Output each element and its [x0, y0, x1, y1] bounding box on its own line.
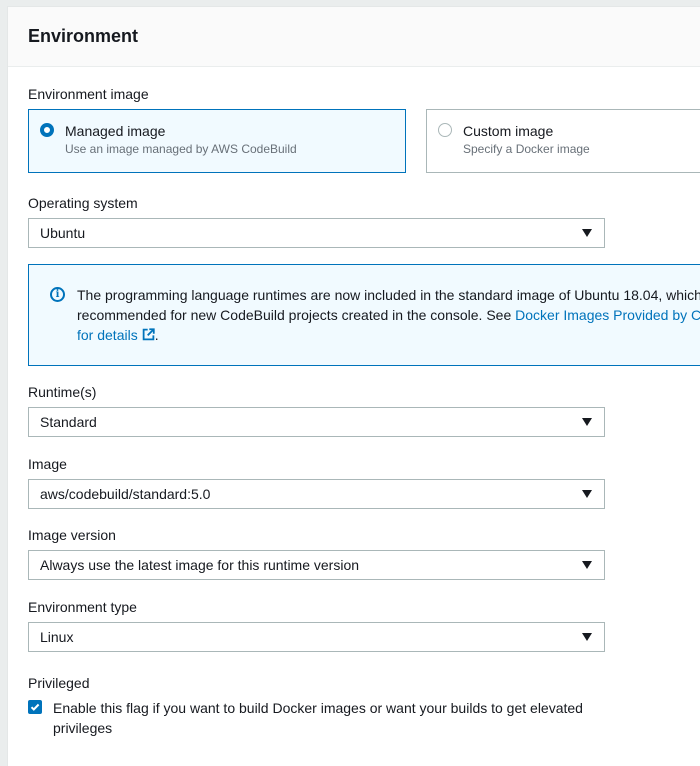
custom-image-description: Specify a Docker image	[463, 142, 590, 156]
alert-line-3: for details.	[77, 325, 700, 345]
info-icon: i	[50, 287, 65, 302]
environment-panel: Environment Environment image Managed im…	[7, 6, 700, 766]
operating-system-label: Operating system	[28, 195, 138, 211]
custom-image-radio[interactable]	[438, 123, 452, 137]
environment-image-label: Environment image	[28, 86, 149, 102]
caret-down-icon	[582, 418, 592, 426]
image-version-label: Image version	[28, 527, 116, 543]
for-details-text: for details	[77, 327, 138, 343]
managed-image-title: Managed image	[65, 123, 166, 139]
environment-type-value: Linux	[40, 629, 74, 645]
managed-image-tile[interactable]: Managed image Use an image managed by AW…	[28, 109, 406, 173]
for-details-link[interactable]: for details	[77, 327, 155, 343]
privileged-checkbox-label: Enable this flag if you want to build Do…	[53, 700, 583, 736]
custom-image-title: Custom image	[463, 123, 554, 139]
operating-system-select[interactable]: Ubuntu	[28, 218, 605, 248]
checkmark-icon	[30, 703, 40, 711]
alert-suffix: .	[154, 327, 159, 343]
docker-images-link[interactable]: Docker Images Provided by CodeBuild	[515, 307, 700, 323]
caret-down-icon	[582, 229, 592, 237]
caret-down-icon	[582, 490, 592, 498]
operating-system-value: Ubuntu	[40, 225, 86, 241]
runtimes-label: Runtime(s)	[28, 384, 97, 400]
managed-image-description: Use an image managed by AWS CodeBuild	[65, 142, 297, 156]
image-label: Image	[28, 456, 67, 472]
environment-type-label: Environment type	[28, 599, 137, 615]
runtimes-select[interactable]: Standard	[28, 407, 605, 437]
panel-title: Environment	[28, 26, 139, 46]
managed-image-radio[interactable]	[40, 123, 54, 137]
runtimes-value: Standard	[40, 414, 97, 430]
privileged-checkbox[interactable]	[28, 700, 42, 714]
info-alert: i The programming language runtimes are …	[28, 264, 700, 366]
alert-line-2: recommended for new CodeBuild projects c…	[77, 305, 700, 325]
image-value: aws/codebuild/standard:5.0	[40, 486, 211, 502]
image-version-value: Always use the latest image for this run…	[40, 557, 360, 573]
privileged-label: Privileged	[28, 675, 90, 691]
image-select[interactable]: aws/codebuild/standard:5.0	[28, 479, 605, 509]
environment-type-select[interactable]: Linux	[28, 622, 605, 652]
external-link-icon	[142, 328, 155, 341]
custom-image-tile[interactable]: Custom image Specify a Docker image	[426, 109, 700, 173]
panel-header: Environment	[8, 7, 700, 67]
alert-text: recommended for new CodeBuild projects c…	[77, 307, 516, 323]
caret-down-icon	[582, 633, 592, 641]
caret-down-icon	[582, 561, 592, 569]
image-version-select[interactable]: Always use the latest image for this run…	[28, 550, 605, 580]
alert-line-1: The programming language runtimes are no…	[77, 287, 700, 303]
